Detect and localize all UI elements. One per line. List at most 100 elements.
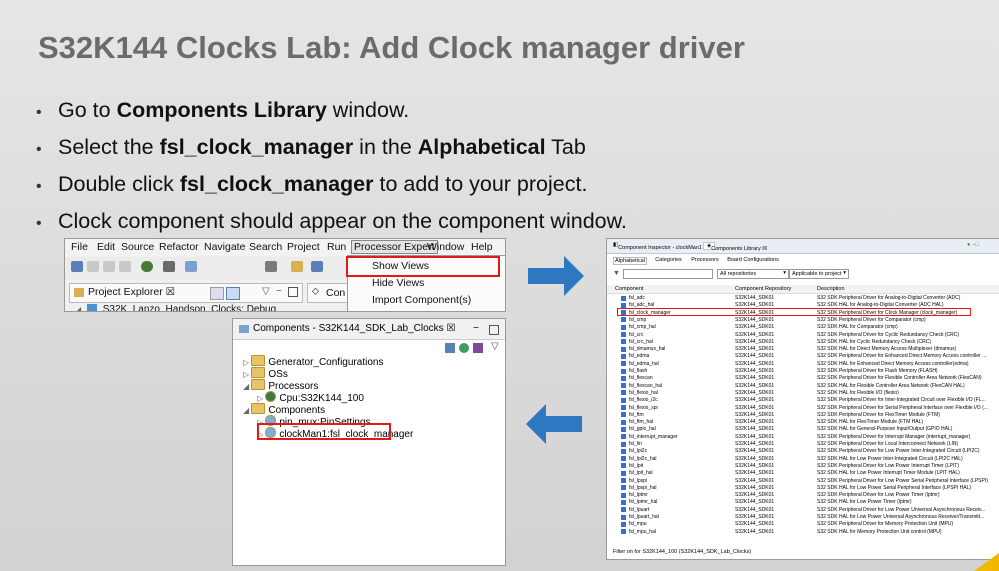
library-row[interactable]: fsl_flexio_i2c S32K144_SDK01 S32 SDK Perip…: [607, 397, 999, 403]
library-row[interactable]: fsl_gpio_hal S32K144_SDK01 S32 SDK HAL for…: [607, 426, 999, 432]
library-row[interactable]: fsl_crc S32K144_SDK01 S32 SDK Peripheral D…: [607, 332, 999, 338]
filter-icon[interactable]: [473, 343, 483, 353]
refresh-icon[interactable]: [459, 343, 469, 353]
library-row[interactable]: fsl_lpspi_hal S32K144_SDK01 S32 SDK HAL fo…: [607, 485, 999, 491]
tab-component-inspector[interactable]: ◧ Component Inspector - clockMan1: [613, 242, 702, 251]
library-cell: S32 SDK Peripheral Driver for Memory Pro…: [817, 521, 954, 528]
library-row[interactable]: fsl_lpit_hal S32K144_SDK01 S32 SDK HAL for…: [607, 470, 999, 476]
library-search-input[interactable]: [623, 269, 713, 279]
library-row[interactable]: fsl_ftm_hal S32K144_SDK01 S32 SDK HAL for …: [607, 419, 999, 425]
project-explorer-tab[interactable]: Project Explorer ☒ ▽ −: [69, 283, 303, 303]
column-header[interactable]: Description: [817, 286, 845, 292]
view-menu-icon[interactable]: ▽: [262, 286, 270, 297]
view-menu-icon[interactable]: ▽: [491, 341, 499, 352]
expand-triangle-icon[interactable]: ◢: [75, 305, 81, 311]
library-toolbar-icon[interactable]: ● −□: [967, 242, 978, 248]
subtab-board-configurations[interactable]: Board Configurations: [727, 257, 779, 263]
hammer-icon[interactable]: [163, 261, 175, 272]
menu-help[interactable]: Help: [471, 241, 493, 253]
expand-triangle-icon[interactable]: ◢: [243, 406, 251, 415]
library-row[interactable]: fsl_cmp_hal S32K144_SDK01 S32 SDK HAL for …: [607, 324, 999, 330]
library-cell: S32K144_SDK01: [735, 389, 775, 396]
menu-window[interactable]: Window: [427, 241, 464, 253]
library-row[interactable]: fsl_flexio_spi S32K144_SDK01 S32 SDK Perip…: [607, 405, 999, 411]
library-row[interactable]: fsl_cmp S32K144_SDK01 S32 SDK Peripheral D…: [607, 317, 999, 323]
components-tab[interactable]: Components - S32K144_SDK_Lab_Clocks ☒ −: [233, 319, 505, 340]
subtab-categories[interactable]: Categories: [655, 257, 682, 263]
library-row[interactable]: fsl_flash S32K144_SDK01 S32 SDK Peripheral…: [607, 368, 999, 374]
library-row[interactable]: fsl_lpit S32K144_SDK01 S32 SDK Peripheral …: [607, 463, 999, 469]
menu-project[interactable]: Project: [287, 241, 320, 253]
wizard-icon[interactable]: [291, 261, 303, 272]
subtab-alphabetical[interactable]: Alphabetical: [613, 257, 647, 265]
library-row[interactable]: fsl_lpspi S32K144_SDK01 S32 SDK Peripheral…: [607, 478, 999, 484]
library-row[interactable]: fsl_ftm S32K144_SDK01 S32 SDK Peripheral D…: [607, 412, 999, 418]
library-row[interactable]: fsl_lpuart S32K144_SDK01 S32 SDK Periphera…: [607, 507, 999, 513]
library-row[interactable]: fsl_flexcan S32K144_SDK01 S32 SDK Peripher…: [607, 375, 999, 381]
library-row[interactable]: fsl_edma S32K144_SDK01 S32 SDK Peripheral …: [607, 353, 999, 359]
build-icon[interactable]: [141, 261, 153, 272]
funnel-icon[interactable]: ▼: [613, 270, 620, 277]
applicability-select[interactable]: Applicable to project ▾: [789, 269, 849, 279]
collapse-icon[interactable]: [210, 287, 224, 300]
print-icon[interactable]: [119, 261, 131, 272]
library-row[interactable]: fsl_crc_hal S32K144_SDK01 S32 SDK HAL for …: [607, 339, 999, 345]
library-cell: S32K144_SDK01: [735, 411, 775, 418]
library-row[interactable]: fsl_lpuart_hal S32K144_SDK01 S32 SDK HAL f…: [607, 514, 999, 520]
library-row[interactable]: fsl_mpu_hal S32K144_SDK01 S32 SDK HAL for …: [607, 529, 999, 535]
library-cell: S32K144_SDK01: [735, 331, 775, 338]
library-row[interactable]: fsl_lptmr S32K144_SDK01 S32 SDK Peripheral…: [607, 492, 999, 498]
menu-edit[interactable]: Edit: [97, 241, 115, 253]
component-icon: [621, 361, 626, 367]
menu-navigate[interactable]: Navigate: [204, 241, 245, 253]
menu-source[interactable]: Source: [121, 241, 154, 253]
library-cell: S32K144_SDK01: [735, 441, 775, 447]
column-header[interactable]: Component: [615, 286, 643, 292]
project-tree-row[interactable]: ◢ S32K_Lanzo_Handson_Clocks: Debug: [75, 304, 276, 311]
bullet-icon: •: [36, 215, 42, 232]
menu-run[interactable]: Run: [327, 241, 346, 253]
config-icon[interactable]: [185, 261, 197, 272]
save-all-icon[interactable]: [103, 261, 115, 272]
expand-triangle-icon[interactable]: ▷: [243, 370, 251, 379]
bullet-text: Go to: [58, 98, 117, 122]
subtab-processors[interactable]: Processors: [691, 257, 719, 263]
expand-triangle-icon[interactable]: ▷: [257, 394, 265, 403]
menu-refactor[interactable]: Refactor: [159, 241, 199, 253]
library-row[interactable]: fsl_edma_hal S32K144_SDK01 S32 SDK HAL for…: [607, 361, 999, 367]
library-row[interactable]: fsl_flexcan_hal S32K144_SDK01 S32 SDK HAL …: [607, 383, 999, 389]
minimize-icon[interactable]: −: [473, 323, 479, 334]
library-cell: S32 SDK Peripheral Driver for Low Power …: [817, 477, 988, 484]
library-cell: S32 SDK Peripheral Driver for Comparator…: [817, 316, 926, 323]
link-editor-icon[interactable]: [226, 287, 240, 300]
library-cell: S32 SDK HAL for Flexible Controller Area…: [817, 382, 965, 389]
menu-search[interactable]: Search: [249, 241, 282, 253]
library-row[interactable]: fsl_interrupt_manager S32K144_SDK01 S32 SD…: [607, 434, 999, 440]
maximize-icon[interactable]: [489, 325, 499, 335]
repository-select[interactable]: All repositories ▾: [717, 269, 789, 279]
library-row[interactable]: fsl_lpi2c S32K144_SDK01 S32 SDK Peripheral…: [607, 448, 999, 454]
dropdown-item-import-component-s[interactable]: Import Component(s): [372, 294, 471, 306]
maximize-icon[interactable]: [288, 287, 298, 297]
tab-components-library[interactable]: ◈ Components Library ☒: [703, 242, 767, 252]
library-row[interactable]: fsl_lptmr_hal S32K144_SDK01 S32 SDK HAL fo…: [607, 499, 999, 505]
expand-triangle-icon[interactable]: ◢: [243, 382, 251, 391]
library-row[interactable]: fsl_mpu S32K144_SDK01 S32 SDK Peripheral D…: [607, 521, 999, 527]
library-row[interactable]: fsl_adc S32K144_SDK01 S32 SDK Peripheral D…: [607, 295, 999, 301]
dropdown-item-hide-views[interactable]: Hide Views: [372, 277, 424, 289]
menu-file[interactable]: File: [71, 241, 88, 253]
components-tab-partial[interactable]: ⬦ Con: [307, 283, 349, 303]
new-window-icon[interactable]: [311, 261, 323, 272]
library-row[interactable]: fsl_dmamux_hal S32K144_SDK01 S32 SDK HAL f…: [607, 346, 999, 352]
generate-code-icon[interactable]: [445, 343, 455, 353]
library-row[interactable]: fsl_lpi2c_hal S32K144_SDK01 S32 SDK HAL fo…: [607, 456, 999, 462]
expand-triangle-icon[interactable]: ▷: [243, 358, 251, 367]
minimize-icon[interactable]: −: [276, 286, 282, 297]
menu-processor-expert[interactable]: Processor Expert: [351, 240, 438, 254]
library-row[interactable]: fsl_flexio_hal S32K144_SDK01 S32 SDK HAL f…: [607, 390, 999, 396]
tool-icon[interactable]: [265, 261, 277, 272]
new-icon[interactable]: [71, 261, 83, 272]
column-header[interactable]: Component Repository: [735, 286, 791, 292]
library-row[interactable]: fsl_lin S32K144_SDK01 S32 SDK Peripheral D…: [607, 441, 999, 447]
save-icon[interactable]: [87, 261, 99, 272]
